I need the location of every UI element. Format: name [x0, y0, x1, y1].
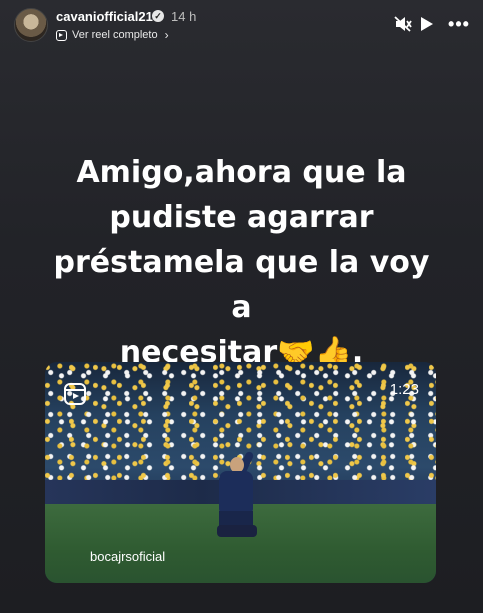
caption-line: Amigo,ahora que la — [76, 155, 407, 190]
story-viewer: cavaniofficial21 ✓ 14 h Ver reel complet… — [0, 0, 483, 613]
view-full-reel-link[interactable]: Ver reel completo › — [56, 27, 169, 43]
caption-line: préstamela que la voy a — [53, 245, 430, 325]
caption-line: pudiste agarrar — [109, 200, 374, 235]
chevron-right-icon: › — [164, 28, 169, 42]
shared-reel-card[interactable]: 1:23 bocajrsoficial — [45, 362, 436, 583]
kneeling-player-image — [205, 450, 265, 552]
post-time: 14 h — [171, 9, 197, 24]
reels-icon — [64, 383, 86, 405]
view-full-reel-label: Ver reel completo — [72, 29, 158, 41]
mute-button[interactable] — [391, 14, 415, 34]
reel-duration: 1:23 — [389, 381, 419, 398]
play-icon — [421, 17, 433, 31]
reel-account-handle[interactable]: bocajrsoficial — [90, 549, 165, 564]
reels-icon — [56, 29, 67, 41]
play-button[interactable] — [415, 14, 439, 34]
more-options-icon: ••• — [448, 13, 470, 34]
verified-badge-icon: ✓ — [152, 10, 164, 22]
avatar[interactable] — [14, 8, 48, 42]
story-caption: Amigo,ahora que la pudiste agarrar prést… — [40, 150, 443, 375]
mute-icon — [394, 16, 412, 32]
story-header: cavaniofficial21 ✓ 14 h Ver reel complet… — [14, 6, 473, 46]
more-options-button[interactable]: ••• — [447, 14, 471, 34]
username[interactable]: cavaniofficial21 — [56, 9, 153, 24]
